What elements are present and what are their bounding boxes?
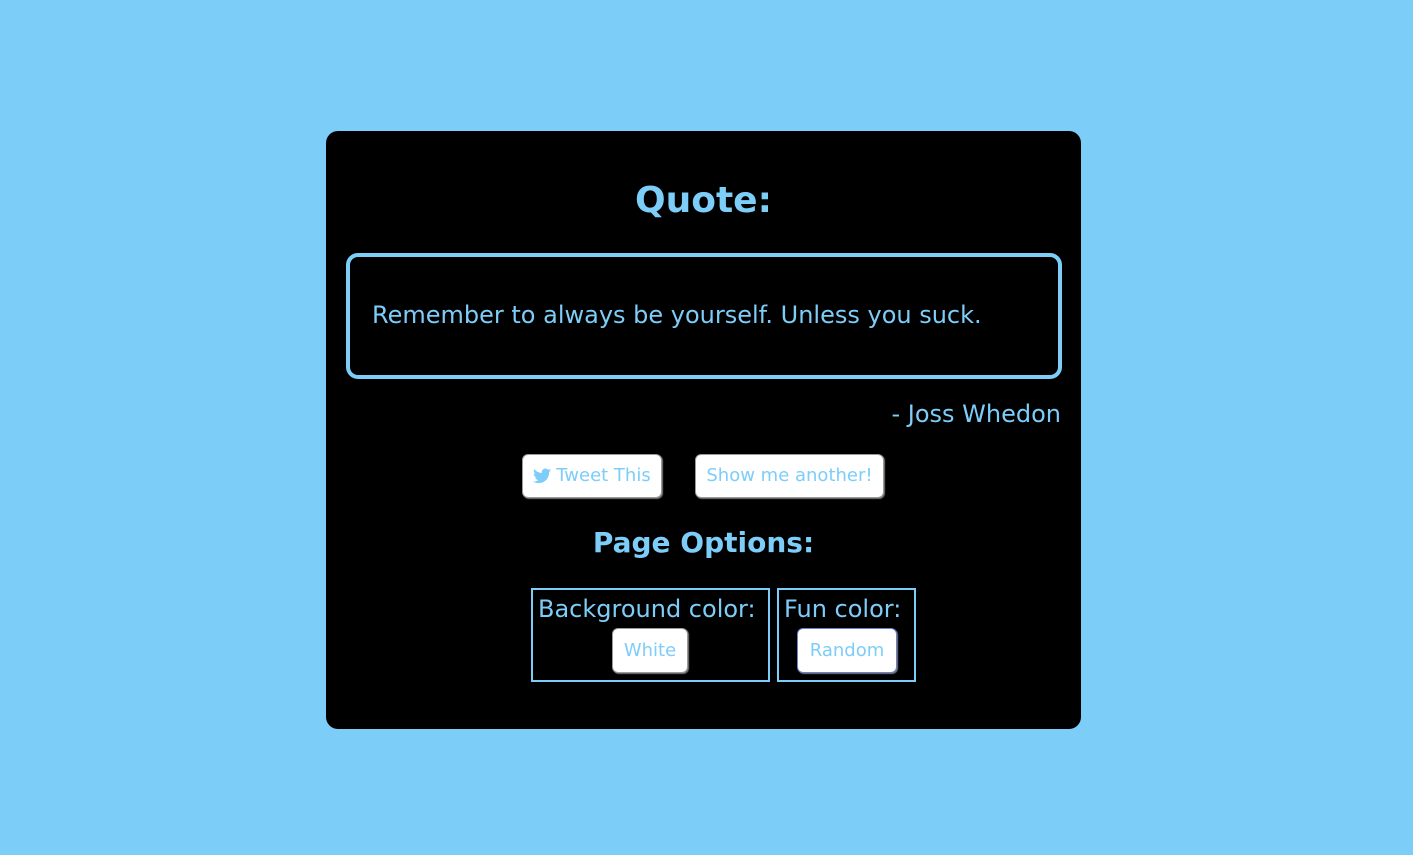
fun-color-option: Fun color: Random (777, 588, 916, 682)
tweet-button-label: Tweet This (556, 465, 651, 486)
random-color-button[interactable]: Random (797, 628, 897, 673)
quote-card: Quote: Remember to always be yourself. U… (326, 131, 1081, 729)
quote-box: Remember to always be yourself. Unless y… (346, 253, 1062, 379)
quote-text: Remember to always be yourself. Unless y… (372, 301, 982, 329)
background-color-option: Background color: White (531, 588, 770, 682)
background-color-label: Background color: (538, 595, 756, 623)
twitter-icon (533, 468, 552, 484)
page-options-title: Page Options: (592, 526, 815, 559)
tweet-button[interactable]: Tweet This (522, 454, 662, 498)
white-background-button[interactable]: White (612, 628, 688, 673)
fun-color-label: Fun color: (784, 595, 902, 623)
page-title: Quote: (635, 180, 772, 221)
show-another-button[interactable]: Show me another! (695, 454, 884, 498)
quote-author: - Joss Whedon (891, 400, 1061, 428)
